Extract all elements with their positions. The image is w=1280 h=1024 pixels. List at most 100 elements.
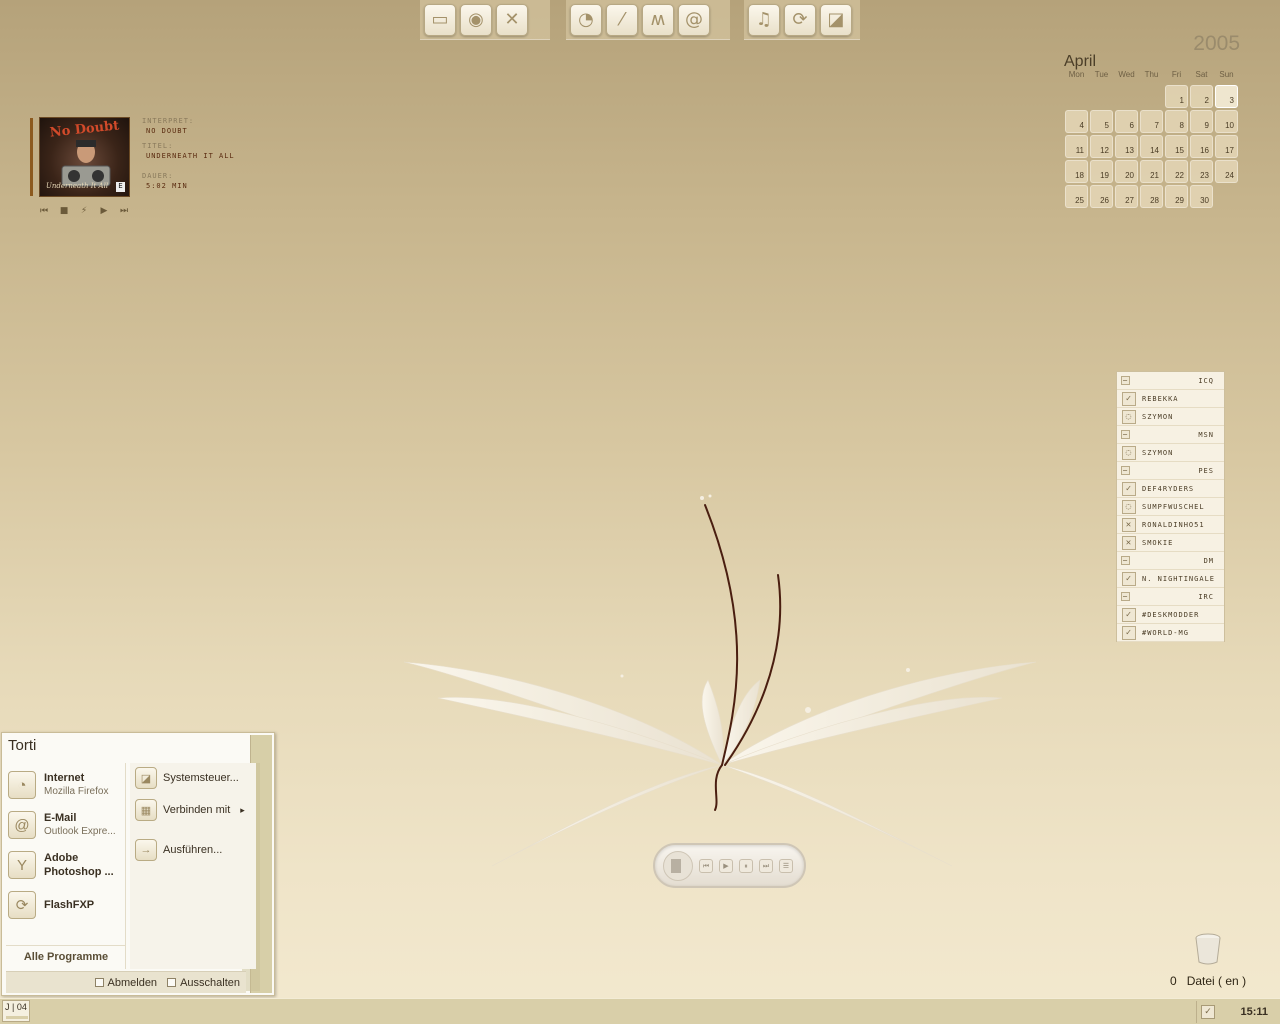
contact-item[interactable]: ◌ Szymon [1117,444,1224,462]
stop-button[interactable]: ■ [58,205,70,217]
calendar-day[interactable]: 2 [1190,85,1213,108]
calendar-day[interactable]: 26 [1090,185,1113,208]
calendar-day[interactable]: 1 [1165,85,1188,108]
contact-item[interactable]: ✓ Rebekka [1117,390,1224,408]
calendar-day[interactable]: 25 [1065,185,1088,208]
logoff-button[interactable]: Abmelden [94,977,157,989]
calendar-day[interactable]: 11 [1065,135,1088,158]
calendar-day[interactable]: 4 [1065,110,1088,133]
calendar-day[interactable]: 7 [1140,110,1163,133]
logoff-icon [94,978,104,987]
calendar-day[interactable]: 24 [1215,160,1238,183]
feather-icon[interactable]: ⁄ [606,3,638,36]
shuffle-button[interactable]: ⚡ [78,205,90,217]
contact-group-label: MSN [1198,430,1214,439]
firefox-icon: ◔ [8,771,36,799]
contact-item[interactable]: ◌ Sumpfwuschel [1117,498,1224,516]
calendar-day[interactable]: 15 [1165,135,1188,158]
start-button-underline [6,1016,28,1019]
contact-item[interactable]: ✓ Def4ryders [1117,480,1224,498]
music-progress-bar [30,118,33,196]
tray-status-icon[interactable]: ✓ [1201,1005,1215,1019]
calendar-day[interactable]: 10 [1215,110,1238,133]
contact-item[interactable]: ✓ #world-mg [1117,624,1224,642]
contact-group[interactable]: − ICQ [1117,372,1224,390]
contact-group[interactable]: − IRC [1117,588,1224,606]
calendar-day[interactable]: 19 [1090,160,1113,183]
start-item-email[interactable]: @ E-Mail Outlook Expre... [8,811,116,839]
next-button[interactable]: ⏭ [759,859,773,873]
start-item-internet[interactable]: ◔ Internet Mozilla Firefox [8,771,108,799]
start-item-flashfxp[interactable]: ⟳ FlashFXP [8,891,94,919]
calendar-empty-cell [1065,85,1088,108]
play-button[interactable]: ▶ [98,205,110,217]
playlist-button[interactable]: ☰ [779,859,793,873]
interpret-label: Interpret: [142,117,195,125]
music-icon[interactable]: ♫ [748,3,780,36]
browser-icon[interactable]: ◔ [570,3,602,36]
start-item-run[interactable]: → Ausführen... [135,839,222,861]
mini-player: ⏮ ▶ ⏸ ⏭ ☰ [653,843,806,888]
previous-button[interactable]: ⏮ [699,859,713,873]
calendar-day[interactable]: 5 [1090,110,1113,133]
calendar-day[interactable]: 30 [1190,185,1213,208]
calendar-weekdays: Mon Tue Wed Thu Fri Sat Sun [1064,70,1239,79]
start-button[interactable]: J | 04 [2,1000,30,1022]
tools-icon[interactable]: ✕ [496,3,528,36]
all-programs-button[interactable]: Alle Programme [6,945,126,967]
calendar-day[interactable]: 3 [1215,85,1238,108]
calendar-day[interactable]: 23 [1190,160,1213,183]
start-item-connect[interactable]: ▦ Verbinden mit ▸ [135,799,245,821]
pause-button[interactable]: ⏸ [739,859,753,873]
contact-group[interactable]: − DM [1117,552,1224,570]
collapse-icon[interactable]: − [1121,556,1130,565]
calendar-day[interactable]: 29 [1165,185,1188,208]
player-play-button[interactable]: ▶ [719,859,733,873]
calendar-day[interactable]: 18 [1065,160,1088,183]
contact-group[interactable]: − PES [1117,462,1224,480]
contact-item[interactable]: ✓ N. Nightingale [1117,570,1224,588]
collapse-icon[interactable]: − [1121,466,1130,475]
messenger-icon[interactable]: ʍ [642,3,674,36]
sync-icon[interactable]: ⟳ [784,3,816,36]
calendar-day[interactable]: 13 [1115,135,1138,158]
calendar-day[interactable]: 17 [1215,135,1238,158]
calendar-day[interactable]: 28 [1140,185,1163,208]
recycle-bin-icon[interactable] [1194,933,1222,965]
calendar-day[interactable]: 27 [1115,185,1138,208]
calendar-day[interactable]: 22 [1165,160,1188,183]
my-computer-icon[interactable]: ▭ [424,3,456,36]
contact-group[interactable]: − MSN [1117,426,1224,444]
album-cover: No Doubt Underneath It All E [39,117,130,197]
contact-item[interactable]: ✕ Smokie [1117,534,1224,552]
calendar-day[interactable]: 14 [1140,135,1163,158]
collapse-icon[interactable]: − [1121,376,1130,385]
contact-item[interactable]: ✓ #deskmodder [1117,606,1224,624]
calendar-day[interactable]: 12 [1090,135,1113,158]
collapse-icon[interactable]: − [1121,430,1130,439]
rewind-button[interactable]: ⏮ [38,205,50,217]
forward-button[interactable]: ⏭ [118,205,130,217]
shutdown-button[interactable]: Ausschalten [167,977,240,989]
calendar-day[interactable]: 16 [1190,135,1213,158]
calendar-day[interactable]: 6 [1115,110,1138,133]
disc-icon[interactable]: ◉ [460,3,492,36]
clock[interactable]: 15:11 [1240,1006,1268,1018]
contact-group-label: IRC [1198,592,1214,601]
calendar-day[interactable]: 21 [1140,160,1163,183]
calendar-weekday: Wed [1118,70,1135,79]
start-item-photoshop[interactable]: Y Adobe Photoshop ... [8,851,114,879]
contact-list: − ICQ ✓ Rebekka ◌ Szymon − MSN ◌ Szymon − PES ✓ Def4r… [1116,371,1225,642]
calendar-day[interactable]: 9 [1190,110,1213,133]
album-cover-subtitle: Underneath It All [46,182,109,190]
contact-name: N. Nightingale [1142,574,1216,583]
control-panel-icon[interactable]: ◪ [820,3,852,36]
start-item-control-panel[interactable]: ◪ Systemsteuer... [135,767,239,789]
contact-item[interactable]: ◌ Szymon [1117,408,1224,426]
calendar-empty-cell [1090,85,1113,108]
calendar-day[interactable]: 8 [1165,110,1188,133]
collapse-icon[interactable]: − [1121,592,1130,601]
calendar-day[interactable]: 20 [1115,160,1138,183]
email-icon[interactable]: @ [678,3,710,36]
contact-item[interactable]: ✕ Ronaldinho51 [1117,516,1224,534]
